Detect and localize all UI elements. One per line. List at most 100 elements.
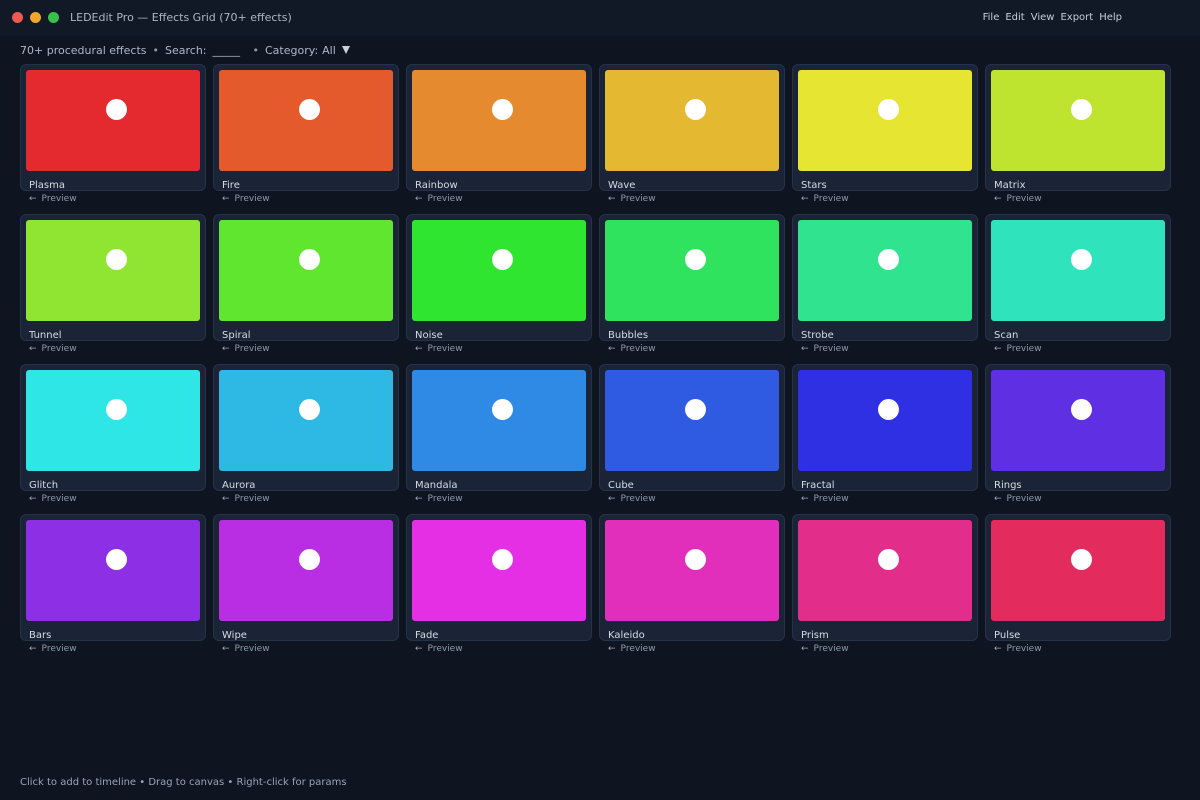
effect-thumbnail[interactable] bbox=[26, 220, 200, 321]
effect-thumbnail[interactable] bbox=[219, 370, 393, 471]
effect-card[interactable]: Fade ← Preview bbox=[406, 514, 592, 654]
effect-card[interactable]: Matrix ← Preview bbox=[985, 64, 1171, 204]
effect-thumbnail[interactable] bbox=[605, 520, 779, 621]
effect-thumbnail[interactable] bbox=[412, 220, 586, 321]
preview-button[interactable]: ← Preview bbox=[801, 344, 849, 355]
effect-thumbnail[interactable] bbox=[219, 220, 393, 321]
effect-name: Stars bbox=[801, 180, 827, 191]
effect-thumbnail[interactable] bbox=[412, 370, 586, 471]
preview-button[interactable]: ← Preview bbox=[29, 494, 77, 505]
effect-thumbnail[interactable] bbox=[798, 370, 972, 471]
effect-card[interactable]: Glitch ← Preview bbox=[20, 364, 206, 504]
preview-button[interactable]: ← Preview bbox=[608, 644, 656, 655]
effect-card[interactable]: Kaleido ← Preview bbox=[599, 514, 785, 654]
menu-help[interactable]: Help bbox=[1099, 12, 1122, 23]
preview-button[interactable]: ← Preview bbox=[415, 494, 463, 505]
effect-thumbnail[interactable] bbox=[605, 70, 779, 171]
arrow-left-icon: ← bbox=[608, 344, 616, 354]
effect-name: Fractal bbox=[801, 480, 835, 491]
effect-card[interactable]: Bubbles ← Preview bbox=[599, 214, 785, 354]
preview-button[interactable]: ← Preview bbox=[222, 494, 270, 505]
preview-button[interactable]: ← Preview bbox=[29, 644, 77, 655]
close-window-button[interactable] bbox=[12, 12, 23, 23]
effect-card[interactable]: Tunnel ← Preview bbox=[20, 214, 206, 354]
arrow-left-icon: ← bbox=[415, 494, 423, 504]
effect-card[interactable]: Rings ← Preview bbox=[985, 364, 1171, 504]
preview-button[interactable]: ← Preview bbox=[801, 194, 849, 205]
effect-thumbnail[interactable] bbox=[798, 220, 972, 321]
effect-thumbnail[interactable] bbox=[26, 370, 200, 471]
effect-card[interactable]: Cube ← Preview bbox=[599, 364, 785, 504]
circle-icon bbox=[1071, 249, 1092, 270]
preview-button[interactable]: ← Preview bbox=[994, 644, 1042, 655]
preview-label: Preview bbox=[813, 494, 849, 504]
effect-thumbnail[interactable] bbox=[798, 70, 972, 171]
menu-edit[interactable]: Edit bbox=[1005, 12, 1024, 23]
preview-button[interactable]: ← Preview bbox=[29, 344, 77, 355]
circle-icon bbox=[1071, 99, 1092, 120]
effect-thumbnail[interactable] bbox=[219, 520, 393, 621]
effect-card[interactable]: Wave ← Preview bbox=[599, 64, 785, 204]
preview-button[interactable]: ← Preview bbox=[994, 344, 1042, 355]
effect-thumbnail[interactable] bbox=[991, 220, 1165, 321]
effect-name: Wave bbox=[608, 180, 636, 191]
effect-thumbnail[interactable] bbox=[26, 70, 200, 171]
preview-button[interactable]: ← Preview bbox=[222, 194, 270, 205]
effect-name: Pulse bbox=[994, 630, 1021, 641]
effect-thumbnail[interactable] bbox=[991, 520, 1165, 621]
menu-view[interactable]: View bbox=[1031, 12, 1055, 23]
effect-card[interactable]: Scan ← Preview bbox=[985, 214, 1171, 354]
effect-card[interactable]: Pulse ← Preview bbox=[985, 514, 1171, 654]
effect-card[interactable]: Fractal ← Preview bbox=[792, 364, 978, 504]
effect-card[interactable]: Prism ← Preview bbox=[792, 514, 978, 654]
search-input[interactable]: _____ bbox=[213, 44, 247, 57]
minimize-window-button[interactable] bbox=[30, 12, 41, 23]
effect-card[interactable]: Aurora ← Preview bbox=[213, 364, 399, 504]
effect-thumbnail[interactable] bbox=[991, 370, 1165, 471]
preview-button[interactable]: ← Preview bbox=[608, 344, 656, 355]
category-dropdown[interactable]: Category: All bbox=[265, 44, 350, 57]
preview-button[interactable]: ← Preview bbox=[222, 344, 270, 355]
preview-button[interactable]: ← Preview bbox=[222, 644, 270, 655]
preview-button[interactable]: ← Preview bbox=[415, 644, 463, 655]
preview-button[interactable]: ← Preview bbox=[608, 194, 656, 205]
menu-file[interactable]: File bbox=[983, 12, 1000, 23]
preview-button[interactable]: ← Preview bbox=[29, 194, 77, 205]
preview-button[interactable]: ← Preview bbox=[415, 194, 463, 205]
preview-label: Preview bbox=[41, 194, 77, 204]
preview-button[interactable]: ← Preview bbox=[801, 644, 849, 655]
effect-thumbnail[interactable] bbox=[412, 520, 586, 621]
arrow-left-icon: ← bbox=[222, 644, 230, 654]
effect-card[interactable]: Plasma ← Preview bbox=[20, 64, 206, 204]
effect-thumbnail[interactable] bbox=[798, 520, 972, 621]
effect-thumbnail[interactable] bbox=[26, 520, 200, 621]
effect-name: Matrix bbox=[994, 180, 1026, 191]
effect-thumbnail[interactable] bbox=[219, 70, 393, 171]
effect-card[interactable]: Wipe ← Preview bbox=[213, 514, 399, 654]
menu-export[interactable]: Export bbox=[1060, 12, 1093, 23]
effect-card[interactable]: Rainbow ← Preview bbox=[406, 64, 592, 204]
arrow-left-icon: ← bbox=[415, 344, 423, 354]
preview-label: Preview bbox=[813, 194, 849, 204]
preview-label: Preview bbox=[1006, 644, 1042, 654]
effect-card[interactable]: Strobe ← Preview bbox=[792, 214, 978, 354]
preview-button[interactable]: ← Preview bbox=[994, 194, 1042, 205]
effect-thumbnail[interactable] bbox=[605, 370, 779, 471]
maximize-window-button[interactable] bbox=[48, 12, 59, 23]
effect-thumbnail[interactable] bbox=[412, 70, 586, 171]
preview-button[interactable]: ← Preview bbox=[801, 494, 849, 505]
effect-name: Strobe bbox=[801, 330, 834, 341]
preview-button[interactable]: ← Preview bbox=[608, 494, 656, 505]
effect-card[interactable]: Noise ← Preview bbox=[406, 214, 592, 354]
effect-card[interactable]: Mandala ← Preview bbox=[406, 364, 592, 504]
effect-thumbnail[interactable] bbox=[991, 70, 1165, 171]
preview-button[interactable]: ← Preview bbox=[415, 344, 463, 355]
effect-card[interactable]: Stars ← Preview bbox=[792, 64, 978, 204]
effect-card[interactable]: Spiral ← Preview bbox=[213, 214, 399, 354]
effect-name: Tunnel bbox=[29, 330, 62, 341]
effect-thumbnail[interactable] bbox=[605, 220, 779, 321]
preview-label: Preview bbox=[620, 644, 656, 654]
preview-button[interactable]: ← Preview bbox=[994, 494, 1042, 505]
effect-card[interactable]: Fire ← Preview bbox=[213, 64, 399, 204]
effect-card[interactable]: Bars ← Preview bbox=[20, 514, 206, 654]
